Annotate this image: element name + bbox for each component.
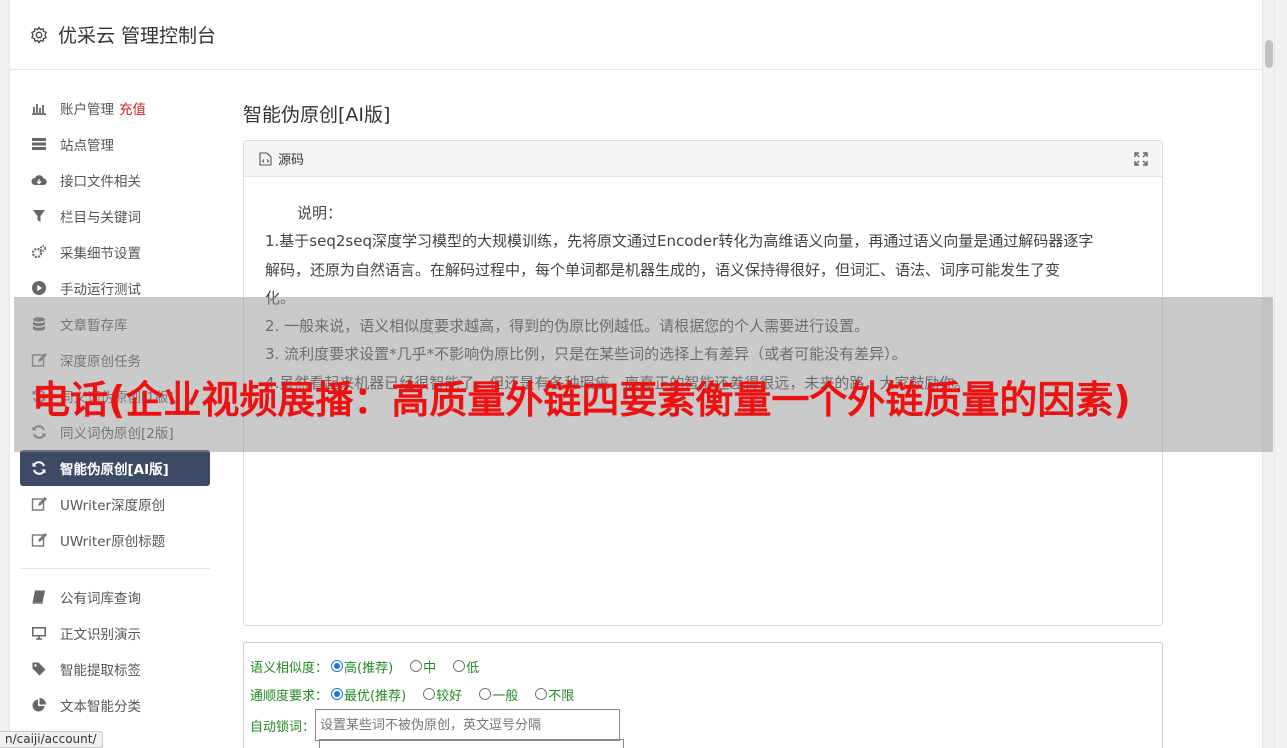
radio-dot[interactable] [423, 688, 436, 700]
description-line: 1.基于seq2seq深度学习模型的大规模训练，先将原文通过Encoder转化为… [265, 232, 1094, 251]
source-button-label[interactable]: 源码 [278, 149, 304, 168]
fluency-normal-radio[interactable]: 一般 [479, 685, 518, 704]
sidebar-item-label: 公有词库查询 [60, 591, 141, 607]
radio-label: 低 [466, 660, 480, 676]
sidebar-item-collect-settings[interactable]: 采集细节设置 [20, 234, 210, 270]
fluency-good-radio[interactable]: 较好 [423, 685, 462, 704]
sidebar-divider [20, 568, 210, 569]
sidebar-item-api-files[interactable]: 接口文件相关 [20, 162, 210, 198]
refresh-icon [31, 460, 47, 476]
fullscreen-icon[interactable] [1134, 152, 1148, 166]
sidebar-item-label: 采集细节设置 [60, 246, 141, 262]
sidebar-item-text-recognition[interactable]: 正文识别演示 [20, 615, 210, 651]
radio-label: 中 [423, 660, 437, 676]
similarity-low-radio[interactable]: 低 [453, 657, 479, 676]
sidebar-item-label: 智能伪原创[AI版] [60, 462, 169, 478]
edit-icon [31, 496, 47, 512]
monitor-icon [31, 625, 47, 641]
sidebar-item-text-classify[interactable]: 文本智能分类 [20, 687, 210, 723]
lock-words-row: 自动锁词： [250, 708, 1162, 742]
sidebar-item-label: 正文识别演示 [60, 627, 141, 643]
sidebar-item-label: 栏目与关键词 [60, 210, 141, 226]
similarity-row: 语义相似度： 高(推荐) 中 低 [250, 652, 1162, 680]
radio-dot[interactable] [331, 660, 344, 672]
source-code-icon[interactable] [259, 151, 272, 166]
watermark-text: 电话(企业视频展播：高质量外链四要素衡量一个外链质量的因素) [32, 378, 1131, 422]
secondary-input[interactable] [319, 739, 624, 748]
tag-icon [31, 661, 47, 677]
lock-words-label: 自动锁词： [250, 719, 316, 735]
scrollbar-thumb[interactable] [1265, 40, 1273, 68]
fluency-best-radio[interactable]: 最优(推荐) [331, 685, 406, 704]
sidebar-item-label: 站点管理 [60, 138, 114, 154]
radio-dot[interactable] [535, 688, 548, 700]
filter-icon [31, 208, 47, 224]
radio-label: 最优(推荐) [344, 688, 407, 704]
sidebar-item-label: 接口文件相关 [60, 174, 141, 190]
fluency-row: 通顺度要求： 最优(推荐) 较好 一般 不限 [250, 680, 1162, 708]
pie-chart-icon [31, 697, 47, 713]
radio-dot[interactable] [331, 688, 344, 700]
radio-dot[interactable] [410, 660, 423, 672]
cogs-icon [31, 244, 47, 260]
sidebar-item-sites[interactable]: 站点管理 [20, 126, 210, 162]
book-icon [31, 589, 47, 605]
lock-words-input[interactable] [315, 709, 621, 741]
similarity-label: 语义相似度： [250, 660, 329, 676]
fluency-label: 通顺度要求： [250, 688, 329, 704]
sidebar-item-uwriter-deep[interactable]: UWriter深度原创 [20, 486, 210, 522]
server-icon [31, 136, 47, 152]
page-title: 智能伪原创[AI版] [243, 104, 391, 126]
top-header: 优采云 管理控制台 [10, 0, 1274, 70]
radio-label: 高(推荐) [344, 660, 394, 676]
sidebar-item-account[interactable]: 账户管理 充值 [20, 90, 210, 126]
fluency-any-radio[interactable]: 不限 [535, 685, 574, 704]
sidebar-item-label: 智能提取标签 [60, 663, 141, 679]
sidebar-item-uwriter-title[interactable]: UWriter原创标题 [20, 522, 210, 558]
similarity-medium-radio[interactable]: 中 [410, 657, 436, 676]
bar-chart-icon [31, 100, 47, 116]
radio-dot[interactable] [479, 688, 492, 700]
sidebar-item-ai-rewrite[interactable]: 智能伪原创[AI版] [20, 450, 210, 486]
sidebar-item-label: 手动运行测试 [60, 282, 141, 298]
app-title: 优采云 管理控制台 [58, 25, 217, 47]
sidebar-item-label: 文本智能分类 [60, 699, 141, 715]
description-line: 解码，还原为自然语言。在解码过程中，每个单词都是机器生成的，语义保持得很好，但词… [265, 260, 1061, 279]
status-bar-url: n/caiji/account/ [0, 731, 103, 748]
description-heading: 说明： [297, 204, 343, 222]
radio-label: 一般 [492, 688, 519, 704]
radio-label: 较好 [436, 688, 463, 704]
recharge-link[interactable]: 充值 [119, 98, 146, 118]
cloud-download-icon [31, 172, 47, 188]
radio-label: 不限 [548, 688, 575, 704]
play-circle-icon [31, 280, 47, 296]
sidebar-item-public-lexicon[interactable]: 公有词库查询 [20, 579, 210, 615]
sidebar-item-label: UWriter深度原创 [60, 498, 166, 514]
sidebar-item-extract-tags[interactable]: 智能提取标签 [20, 651, 210, 687]
sidebar-item-columns-keywords[interactable]: 栏目与关键词 [20, 198, 210, 234]
sidebar-item-label: 账户管理 [60, 102, 114, 118]
edit-icon [31, 532, 47, 548]
panel-header: 源码 [244, 141, 1162, 177]
settings-form: 语义相似度： 高(推荐) 中 低 通顺度要求： 最优(推荐) 较好 一般 不限 … [243, 642, 1163, 748]
sidebar-item-label: UWriter原创标题 [60, 534, 166, 550]
radio-dot[interactable] [453, 660, 466, 672]
similarity-high-radio[interactable]: 高(推荐) [331, 657, 393, 676]
gear-icon [31, 26, 47, 43]
